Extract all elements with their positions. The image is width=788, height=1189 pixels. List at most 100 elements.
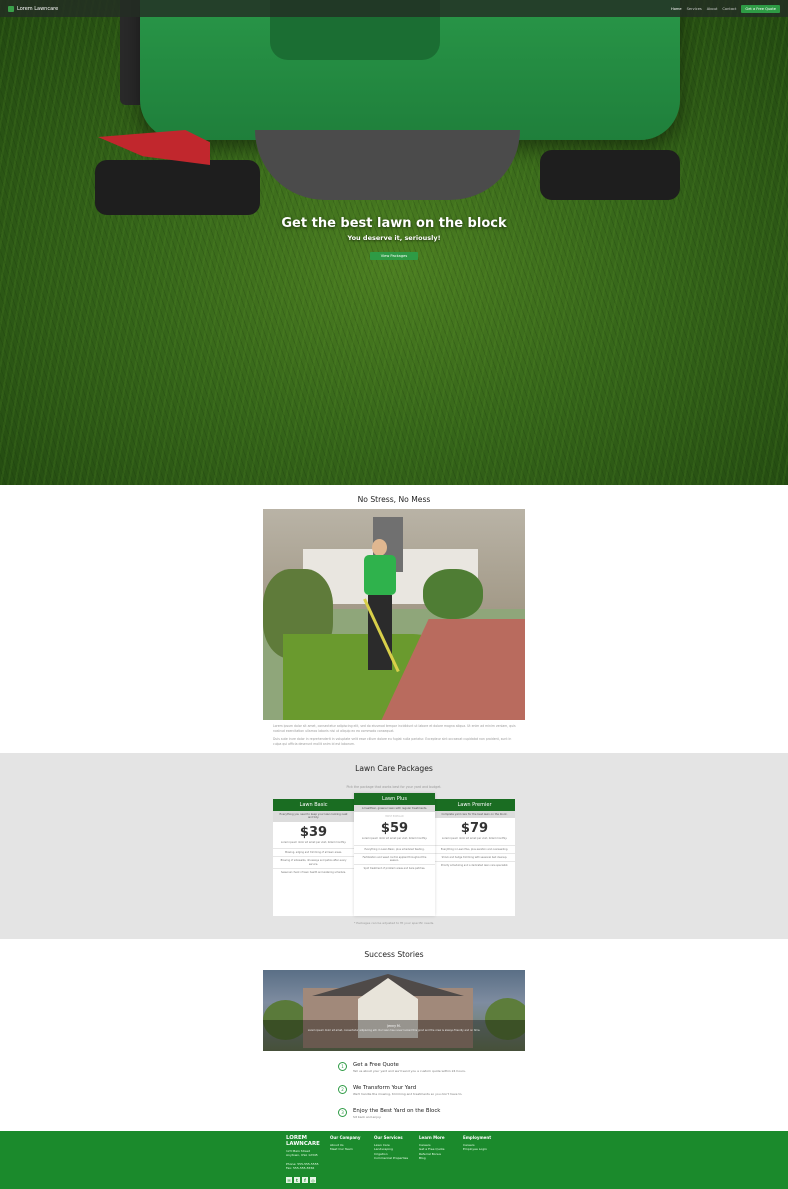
package-features: Mowing, edging and trimming of all lawn … xyxy=(273,848,354,876)
package-desc: Complete yard care for the best lawn on … xyxy=(434,811,515,819)
package-card-basic[interactable]: Lawn Basic Everything you need to keep y… xyxy=(273,799,354,916)
stress-paragraph: Lorem ipsum dolor sit amet, consectetur … xyxy=(273,724,516,733)
bush xyxy=(423,569,483,619)
package-card-plus[interactable]: Lawn Plus A healthier, greener lawn with… xyxy=(354,793,435,916)
mower-wheel-left xyxy=(95,160,260,215)
package-tagline: Lorem ipsum dolor sit amet per visit, bi… xyxy=(361,837,428,841)
step-text: Sit back and enjoy. xyxy=(353,1115,382,1119)
worker-head xyxy=(372,539,387,556)
leaf-logo-icon xyxy=(8,5,14,12)
footer: LOREM LAWNCARE 123 Main Street Anytown, … xyxy=(0,1131,788,1189)
package-features: Everything in Lawn Basic, plus scheduled… xyxy=(354,844,435,873)
social-links: ✉ t f ◎ xyxy=(286,1177,316,1183)
get-quote-button[interactable]: Get a Free Quote xyxy=(741,4,780,13)
package-feature: Seasonal check of lawn health and wateri… xyxy=(273,867,354,876)
package-feature: Blowing of sidewalks, driveways and pati… xyxy=(273,856,354,867)
package-feature: Mowing, edging and trimming of all lawn … xyxy=(273,848,354,856)
hero-title: Get the best lawn on the block xyxy=(281,216,507,231)
footer-column-heading: Our Services xyxy=(374,1135,403,1140)
twitter-icon[interactable]: t xyxy=(294,1177,300,1183)
hero-subtitle: You deserve it, seriously! xyxy=(347,234,441,242)
step-item: 2 We Transform Your Yard We'll handle th… xyxy=(338,1085,478,1096)
brand-name: Lorem Lawncare xyxy=(17,5,59,12)
footer-link[interactable]: Meet Our Team xyxy=(330,1147,360,1151)
nav-link-about[interactable]: About xyxy=(707,7,718,11)
stress-paragraph: Duis aute irure dolor in reprehenderit i… xyxy=(273,737,512,746)
footer-link[interactable]: Blog xyxy=(419,1156,445,1160)
section-title: No Stress, No Mess xyxy=(357,495,431,504)
view-packages-button[interactable]: View Packages xyxy=(369,252,419,260)
instagram-icon[interactable]: ◎ xyxy=(310,1177,316,1183)
package-price: $39 xyxy=(299,824,328,840)
footer-column-services: Our Services Lawn Care Landscaping Irrig… xyxy=(374,1135,408,1160)
package-desc: Everything you need to keep your lawn lo… xyxy=(273,811,354,822)
fax-number: Fax: 555-555-5556 xyxy=(286,1166,315,1170)
step-title: We Transform Your Yard xyxy=(353,1085,417,1091)
step-number: 3 xyxy=(338,1108,347,1117)
testimonial-text: Lorem ipsum dolor sit amet, consectetur … xyxy=(307,1029,481,1032)
step-item: 3 Enjoy the Best Yard on the Block Sit b… xyxy=(338,1108,478,1119)
step-title: Get a Free Quote xyxy=(353,1062,399,1068)
footer-link[interactable]: Employee Login xyxy=(463,1147,491,1151)
package-price: $59 xyxy=(380,821,409,837)
package-name: Lawn Premier xyxy=(434,799,515,811)
step-item: 1 Get a Free Quote Tell us about your ya… xyxy=(338,1062,478,1073)
package-desc: A healthier, greener lawn with regular t… xyxy=(354,805,435,813)
nav-link-home[interactable]: Home xyxy=(671,7,682,11)
packages-section: Lawn Care Packages Pick the package that… xyxy=(0,753,788,939)
footer-link[interactable]: Get a Free Quote xyxy=(419,1147,445,1151)
package-name: Lawn Plus xyxy=(354,793,435,805)
package-badge: MOST POPULAR xyxy=(385,815,404,819)
package-feature: Everything in Lawn Plus, plus aeration a… xyxy=(434,844,515,853)
package-feature: Priority scheduling and a dedicated lawn… xyxy=(434,861,515,869)
mower-wheel-right xyxy=(540,150,680,200)
no-stress-section: No Stress, No Mess Lorem ipsum dolor sit… xyxy=(0,485,788,753)
address-line: Anytown, USA 12345 xyxy=(286,1153,318,1157)
testimonial-name: Jenny M. xyxy=(387,1024,401,1028)
section-title: Lawn Care Packages xyxy=(355,764,433,773)
package-tagline: Lorem ipsum dolor sit amet per visit, bi… xyxy=(441,837,508,841)
footer-column-company: Our Company About Us Meet Our Team xyxy=(330,1135,360,1152)
packages-intro: Pick the package that works best for you… xyxy=(346,785,442,789)
section-title: Success Stories xyxy=(364,950,424,959)
footer-link[interactable]: Commercial Properties xyxy=(374,1156,408,1160)
package-features: Everything in Lawn Plus, plus aeration a… xyxy=(434,844,515,870)
footer-column-heading: Our Company xyxy=(330,1135,361,1140)
footer-column-heading: Employment xyxy=(463,1135,492,1140)
package-card-premier[interactable]: Lawn Premier Complete yard care for the … xyxy=(434,799,515,916)
footer-contact: Phone: 555-555-5555 Fax: 555-555-5556 xyxy=(286,1162,319,1170)
packages-note: * Packages can be adjusted to fit your s… xyxy=(353,921,435,925)
brand[interactable]: Lorem Lawncare xyxy=(8,5,59,12)
nav-links: Home Services About Contact Get a Free Q… xyxy=(671,4,780,13)
stress-text: Lorem ipsum dolor sit amet, consectetur … xyxy=(273,724,518,747)
footer-brand: LOREM LAWNCARE xyxy=(286,1135,320,1147)
footer-column-heading: Learn More xyxy=(419,1135,445,1140)
nav-link-services[interactable]: Services xyxy=(687,7,702,11)
testimonial-carousel[interactable]: Jenny M. Lorem ipsum dolor sit amet, con… xyxy=(263,970,525,1051)
footer-address: 123 Main Street Anytown, USA 12345 xyxy=(286,1149,318,1157)
navbar: Lorem Lawncare Home Services About Conta… xyxy=(0,0,788,17)
hero-banner: Get the best lawn on the block You deser… xyxy=(0,0,788,485)
success-section: Success Stories Jenny M. Lorem ipsum dol… xyxy=(0,939,788,1131)
mower-skirt-image xyxy=(255,130,520,200)
facebook-icon[interactable]: f xyxy=(302,1177,308,1183)
nav-link-contact[interactable]: Contact xyxy=(722,7,736,11)
package-feature: Spot treatment of problem areas and bare… xyxy=(354,864,435,872)
footer-column-learn-more: Learn More Careers Get a Free Quote Refe… xyxy=(419,1135,445,1160)
package-feature: Shrub and hedge trimming with seasonal b… xyxy=(434,853,515,861)
package-name: Lawn Basic xyxy=(273,799,354,811)
step-number: 2 xyxy=(338,1085,347,1094)
footer-brand-line: LAWNCARE xyxy=(286,1141,320,1147)
worker-shirt xyxy=(364,555,396,595)
package-price: $79 xyxy=(460,821,489,837)
footer-column-employment: Employment Careers Employee Login xyxy=(463,1135,491,1152)
step-text: We'll handle the mowing, trimming and tr… xyxy=(353,1092,463,1096)
package-feature: Fertilization and weed control applied t… xyxy=(354,853,435,864)
mail-icon[interactable]: ✉ xyxy=(286,1177,292,1183)
package-tagline: Lorem ipsum dolor sit amet per visit, bi… xyxy=(280,840,347,844)
lawn-worker-photo xyxy=(263,509,525,720)
step-number: 1 xyxy=(338,1062,347,1071)
step-title: Enjoy the Best Yard on the Block xyxy=(353,1108,441,1114)
hero-text: Get the best lawn on the block You deser… xyxy=(0,216,788,261)
package-feature: Everything in Lawn Basic, plus scheduled… xyxy=(354,844,435,853)
